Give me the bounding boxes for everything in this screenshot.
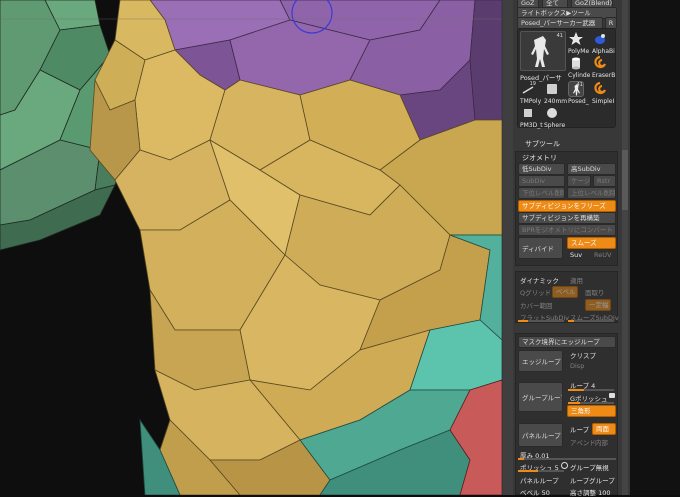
tool-label-alphabi: AlphaBi (592, 48, 615, 55)
dynamic-apply[interactable]: 適用 (570, 275, 583, 285)
rstr-button[interactable]: Rstr (593, 175, 616, 187)
smooth-toggle[interactable]: スムーズ (567, 237, 616, 249)
tool-label-cylinde: Cylinde (568, 72, 591, 79)
smooth-subdiv-track[interactable] (568, 320, 614, 322)
thickness-track[interactable] (518, 458, 616, 460)
panel-loop-button[interactable]: パネルループ (518, 423, 563, 447)
tool-label-simplei: SimpleI (592, 98, 615, 105)
polish-track[interactable] (518, 470, 564, 472)
del-lower-button[interactable]: 下位レベル削除 (518, 187, 565, 199)
tool-label-tmpoly: TMPoly (520, 98, 542, 105)
bevel50-slider[interactable]: ベベル 50 (520, 487, 550, 497)
tmpoly-count: 19 (529, 81, 536, 87)
tool-label-posed: Posed_ (568, 98, 589, 105)
loop-group-toggle[interactable]: ループグループ (570, 475, 615, 485)
main-tool-count: 41 (556, 33, 563, 39)
subtool-header[interactable]: サブツール (525, 139, 560, 149)
posed-tool-icon[interactable]: 41 (568, 81, 584, 97)
subdiv-slider[interactable]: SubDiv (518, 175, 565, 187)
g-polish-track[interactable] (568, 402, 614, 404)
round-toggle[interactable]: 面取り (585, 287, 605, 297)
reuv-toggle[interactable]: ReUV (594, 251, 611, 259)
del-higher-button[interactable]: 上位レベル削除 (567, 187, 616, 199)
alphabrush-icon[interactable] (592, 31, 608, 47)
panel-left-scrollbar[interactable] (503, 0, 513, 495)
high-subdiv-button[interactable]: 高SubDiv (567, 163, 616, 175)
crease-toggle[interactable]: クリスプ (570, 350, 596, 360)
tmpoly-icon[interactable]: 19 (520, 81, 536, 97)
cylinder-icon[interactable] (568, 55, 584, 71)
geometry-header[interactable]: ジオメトリ (522, 153, 557, 163)
simple-brush-icon[interactable] (592, 81, 608, 97)
polish-circle-icon (561, 462, 568, 469)
qgrid-slider[interactable]: Qグリッド (520, 287, 551, 297)
elevation-slider[interactable]: 高さ調整 100 (570, 487, 610, 497)
group-loop-button[interactable]: グループループ (518, 382, 563, 412)
dynamic-header[interactable]: ダイナミック (520, 275, 559, 285)
disp-slider[interactable]: Disp (570, 362, 584, 370)
pm3d-icon[interactable] (520, 105, 536, 121)
tool-label-sphere: Sphere (544, 122, 566, 129)
tool-label-pm3d: PM3D_t (520, 122, 543, 129)
low-subdiv-button[interactable]: 低SubDiv (518, 163, 565, 175)
freeze-subdiv-button[interactable]: サブディビジョンをフリーズ (518, 200, 616, 212)
reconstruct-subdiv-button[interactable]: サブディビジョンを再構築 (518, 212, 616, 224)
240mm-icon[interactable] (544, 81, 560, 97)
eraser-brush-icon[interactable] (592, 55, 608, 71)
triangles-toggle[interactable]: 三角形 (567, 405, 616, 417)
panel-scroll-thumb[interactable] (622, 150, 628, 210)
loops-track[interactable] (568, 389, 614, 391)
panel-loop2-label[interactable]: パネルループ (520, 475, 559, 485)
tool-label-240mm: 240mm (544, 98, 568, 105)
bevel-toggle[interactable]: ベベル (552, 286, 578, 298)
constant-toggle[interactable]: 一定幅 (585, 299, 611, 311)
loop-toggle[interactable]: ループ (570, 424, 589, 434)
flat-subdiv-track[interactable] (518, 320, 564, 322)
divide-button[interactable]: ディバイド (518, 237, 563, 259)
edge-loop-mask-border-button[interactable]: マスク境界にエッジループ (518, 336, 616, 348)
append-toggle[interactable]: アペンド (570, 437, 596, 447)
polymesh-star-icon[interactable] (568, 31, 584, 47)
edge-loop-button[interactable]: エッジループ (518, 350, 563, 372)
group-ignore-toggle[interactable]: グループ無視 (570, 462, 609, 472)
main-tool-thumb[interactable]: 41 (520, 31, 566, 71)
right-tray (630, 0, 680, 495)
tool-label-eraserb: EraserB (592, 72, 616, 79)
convert-bpr-button[interactable]: BPRをジオメトリにコンバート (518, 224, 616, 236)
inner-toggle[interactable]: 内部 (595, 437, 608, 447)
suv-toggle[interactable]: Suv (570, 251, 582, 259)
camera-icon (609, 393, 615, 398)
panel-scrollbar[interactable] (622, 0, 628, 495)
double-toggle[interactable]: 両面 (592, 423, 616, 435)
tool-label-polyme: PolyMe (568, 48, 590, 55)
coverage-slider[interactable]: カバー範囲 (520, 300, 553, 310)
posed-tool-count: 41 (576, 82, 583, 88)
tool-palette: 41 Posed_パーサ PolyMe AlphaBi Cylinde Eras… (517, 28, 616, 129)
cage-button[interactable]: ケージ (567, 175, 591, 187)
sphere-icon[interactable] (544, 105, 560, 121)
